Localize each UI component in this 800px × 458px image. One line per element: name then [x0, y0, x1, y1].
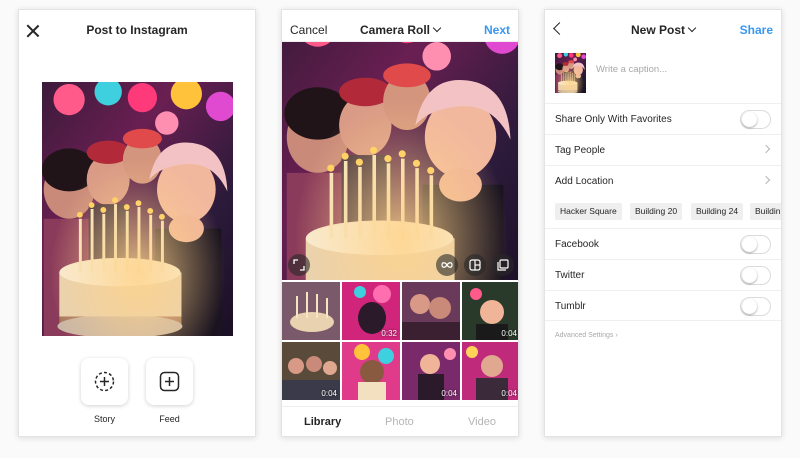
- advanced-settings-link[interactable]: Advanced Settings ›: [555, 332, 618, 339]
- tag-people-label: Tag People: [555, 145, 606, 156]
- new-post-title: New Post: [630, 23, 685, 37]
- video-duration: 0:32: [381, 329, 397, 338]
- story-button[interactable]: [81, 358, 128, 405]
- boomerang-icon: [441, 262, 453, 268]
- video-duration: 0:04: [501, 329, 517, 338]
- camera-roll-grid: 0:32 0:04 0:04 0:04 0:04: [282, 282, 518, 410]
- post-thumbnail: [555, 53, 586, 93]
- location-chip[interactable]: Buildin: [750, 203, 781, 220]
- grid-thumbnail[interactable]: 0:04: [462, 282, 518, 340]
- story-add-icon: [94, 371, 115, 392]
- tumblr-row: Tumblr: [545, 290, 781, 321]
- feed-label: Feed: [159, 414, 180, 424]
- video-duration: 0:04: [441, 389, 457, 398]
- facebook-toggle[interactable]: [740, 235, 771, 254]
- tumblr-label: Tumblr: [555, 301, 586, 312]
- share-sheet-title: Post to Instagram: [86, 23, 188, 37]
- tumblr-toggle[interactable]: [740, 297, 771, 316]
- share-button[interactable]: Share: [740, 23, 773, 37]
- expand-button[interactable]: [288, 254, 310, 276]
- location-suggestions: Hacker Square Building 20 Building 24 Bu…: [545, 196, 781, 226]
- feed-button[interactable]: [146, 358, 193, 405]
- boomerang-button[interactable]: [436, 254, 458, 276]
- share-sheet-screen: Post to Instagram Story Feed: [18, 9, 256, 437]
- photo-preview: [42, 82, 233, 336]
- toggle-knob: [742, 112, 757, 127]
- add-location-row[interactable]: Add Location: [545, 165, 781, 196]
- facebook-label: Facebook: [555, 239, 599, 250]
- facebook-row: Facebook: [545, 228, 781, 259]
- share-favorites-toggle[interactable]: [740, 110, 771, 129]
- location-chip[interactable]: Building 24: [691, 203, 744, 220]
- toggle-knob: [742, 299, 757, 314]
- stage: Post to Instagram Story Feed Cancel Came…: [0, 0, 800, 458]
- story-label: Story: [93, 414, 115, 424]
- album-title: Camera Roll: [359, 23, 431, 37]
- camera-roll-screen: Cancel Camera Roll Next 0:32 0:04 0:04 0…: [281, 9, 519, 437]
- chevron-right-icon: [761, 175, 771, 185]
- layout-icon: [469, 259, 481, 271]
- grid-thumbnail[interactable]: [282, 282, 340, 340]
- twitter-label: Twitter: [555, 270, 585, 281]
- grid-thumbnail[interactable]: 0:04: [462, 342, 518, 400]
- toggle-knob: [742, 237, 757, 252]
- grid-thumbnail[interactable]: 0:04: [282, 342, 340, 400]
- multi-select-icon: [497, 259, 509, 271]
- chevron-down-icon: [432, 23, 442, 33]
- tab-library[interactable]: Library: [304, 416, 341, 428]
- share-sheet-header: Post to Instagram: [19, 10, 255, 50]
- layout-button[interactable]: [464, 254, 486, 276]
- twitter-row: Twitter: [545, 259, 781, 290]
- tab-photo[interactable]: Photo: [385, 416, 414, 428]
- grid-thumbnail[interactable]: 0:04: [402, 342, 460, 400]
- tab-video[interactable]: Video: [468, 416, 496, 428]
- tag-people-row[interactable]: Tag People: [545, 134, 781, 165]
- feed-add-icon: [159, 371, 180, 392]
- new-post-header: New Post Share: [545, 10, 781, 46]
- twitter-toggle[interactable]: [740, 266, 771, 285]
- media-type-tabs: Library Photo Video: [282, 406, 518, 436]
- grid-thumbnail[interactable]: [342, 342, 400, 400]
- expand-icon: [293, 259, 305, 271]
- grid-thumbnail[interactable]: 0:32: [342, 282, 400, 340]
- grid-thumbnail[interactable]: [402, 282, 460, 340]
- chevron-down-icon: [687, 23, 697, 33]
- caption-input[interactable]: [596, 60, 772, 78]
- multi-select-button[interactable]: [492, 254, 514, 276]
- album-selector[interactable]: Camera Roll: [282, 23, 518, 37]
- selected-photo-preview: [282, 42, 519, 280]
- next-button[interactable]: Next: [484, 23, 510, 37]
- share-favorites-label: Share Only With Favorites: [555, 114, 672, 125]
- add-location-label: Add Location: [555, 176, 614, 187]
- camera-roll-header: Cancel Camera Roll Next: [282, 10, 518, 42]
- share-favorites-row: Share Only With Favorites: [545, 103, 781, 134]
- location-chip[interactable]: Building 20: [630, 203, 683, 220]
- location-chip[interactable]: Hacker Square: [555, 203, 622, 220]
- video-duration: 0:04: [321, 389, 337, 398]
- new-post-screen: New Post Share Share Only With Favorites…: [544, 9, 782, 437]
- chevron-right-icon: [761, 144, 771, 154]
- video-duration: 0:04: [501, 389, 517, 398]
- toggle-knob: [742, 268, 757, 283]
